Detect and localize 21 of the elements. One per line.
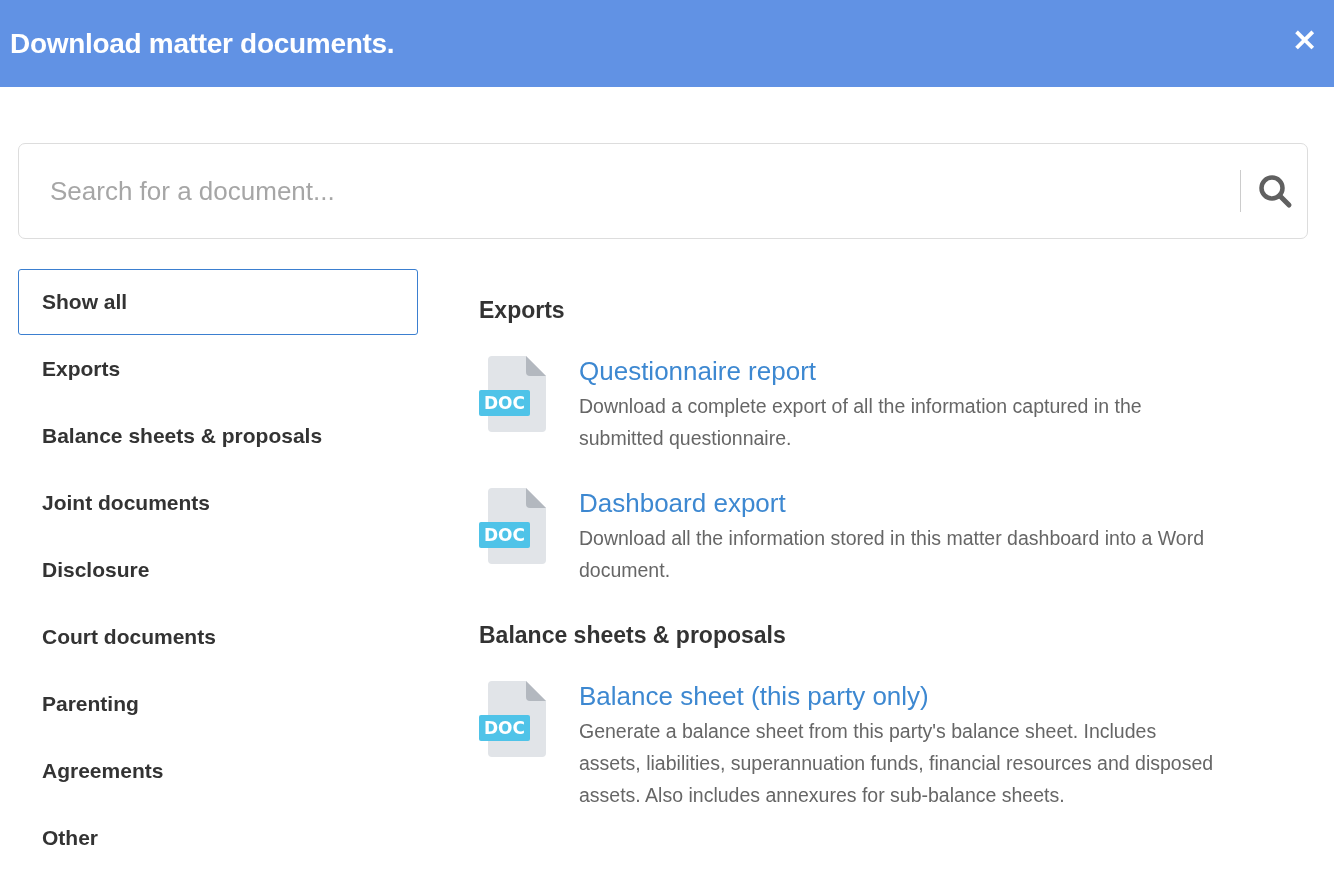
- sidebar-item[interactable]: Court documents: [18, 604, 418, 670]
- document-link[interactable]: Questionnaire report: [579, 356, 817, 386]
- document-description: Download a complete export of all the information captured in the submitted questionnaire.: [579, 394, 1143, 451]
- search-field[interactable]: Search for a document...: [18, 143, 1308, 239]
- sidebar-item[interactable]: Parenting: [18, 671, 418, 737]
- sidebar-item[interactable]: Joint documents: [18, 470, 418, 536]
- section-heading: Balance sheets & proposals: [479, 622, 787, 649]
- document-description: Download all the information stored in this matter dashboard into a Word document.: [579, 526, 1206, 583]
- document-description: Generate a balance sheet from this party's balance sheet. Includes assets, liabilities, superannuation funds, financial resources and disposed assets. Also includes annexures for sub-balance sheets.: [579, 719, 1215, 808]
- sidebar-item[interactable]: Other: [18, 805, 418, 871]
- search-input[interactable]: Search for a document...: [48, 174, 1230, 208]
- section-heading: Exports: [479, 297, 566, 324]
- sidebar-item[interactable]: Exports: [18, 336, 418, 402]
- document-link[interactable]: Dashboard export: [579, 488, 786, 518]
- sidebar-item[interactable]: Show all: [18, 269, 418, 335]
- dialog-title: Download matter documents.: [10, 27, 395, 60]
- document-link[interactable]: Balance sheet (this party only): [579, 681, 929, 711]
- sidebar-item[interactable]: Agreements: [18, 738, 418, 804]
- sidebar-item[interactable]: Disclosure: [18, 537, 418, 603]
- search-icon[interactable]: [1257, 173, 1293, 209]
- sidebar-item[interactable]: Balance sheets & proposals: [18, 403, 418, 469]
